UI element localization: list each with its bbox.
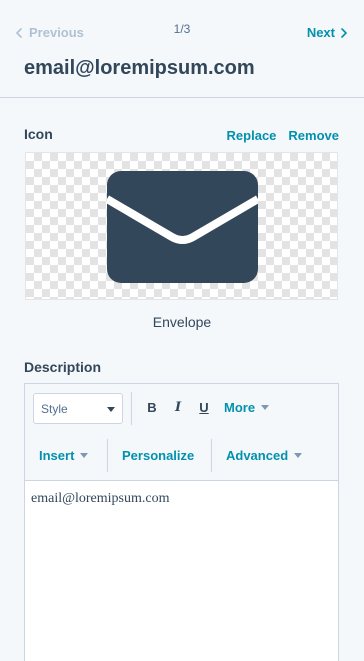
caret-down-icon bbox=[107, 407, 115, 412]
toolbar-divider bbox=[211, 439, 212, 472]
chevron-right-icon bbox=[341, 27, 347, 38]
more-label: More bbox=[224, 400, 256, 415]
style-select-value: Style bbox=[41, 402, 68, 416]
icon-preview bbox=[25, 152, 338, 300]
personalize-label: Personalize bbox=[122, 448, 195, 463]
bold-button[interactable]: B bbox=[144, 400, 160, 415]
icon-actions: Replace Remove bbox=[227, 128, 339, 143]
icon-name: Envelope bbox=[152, 314, 212, 330]
toolbar-divider bbox=[107, 439, 108, 472]
replace-link[interactable]: Replace bbox=[227, 128, 277, 143]
insert-menu-button[interactable]: Insert bbox=[39, 448, 89, 463]
page-title: email@loremipsum.com bbox=[24, 57, 255, 79]
remove-link[interactable]: Remove bbox=[288, 128, 339, 143]
description-label: Description bbox=[24, 359, 102, 375]
caret-down-icon bbox=[261, 405, 270, 410]
style-select[interactable]: Style bbox=[33, 393, 123, 424]
more-menu-button[interactable]: More bbox=[224, 400, 270, 415]
caret-down-icon bbox=[294, 453, 303, 458]
icon-section-label: Icon bbox=[24, 126, 53, 142]
italic-button[interactable]: I bbox=[170, 400, 186, 415]
next-button[interactable]: Next bbox=[307, 25, 347, 40]
underline-button[interactable]: U bbox=[196, 400, 212, 415]
toolbar-divider bbox=[131, 392, 132, 425]
panel-header: Previous 1/3 Next email@loremipsum.com bbox=[0, 0, 364, 98]
editor-toolbar: Style B I U More Insert Personalize Adva… bbox=[25, 384, 338, 481]
envelope-icon bbox=[107, 171, 258, 283]
next-label: Next bbox=[306, 25, 335, 40]
rich-text-editor: Style B I U More Insert Personalize Adva… bbox=[24, 383, 339, 661]
personalize-button[interactable]: Personalize bbox=[122, 448, 194, 463]
caret-down-icon bbox=[80, 453, 89, 458]
editor-content[interactable]: email@loremipsum.com bbox=[31, 491, 169, 507]
insert-label: Insert bbox=[39, 448, 75, 463]
advanced-label: Advanced bbox=[226, 448, 289, 463]
advanced-menu-button[interactable]: Advanced bbox=[226, 448, 303, 463]
